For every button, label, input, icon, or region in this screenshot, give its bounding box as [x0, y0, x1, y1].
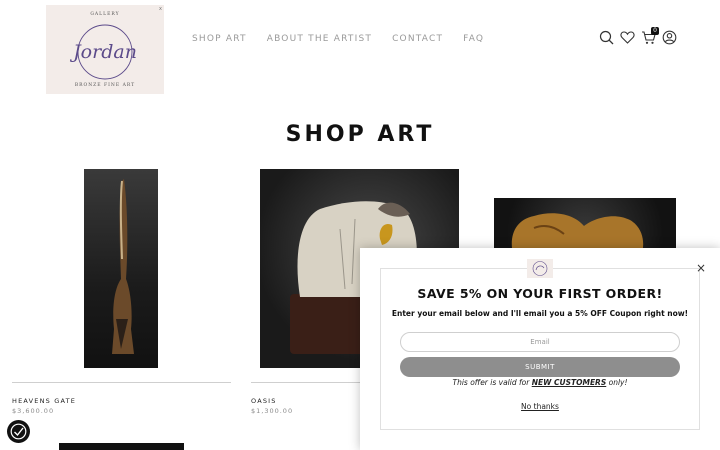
accessibility-button[interactable] — [7, 420, 30, 443]
logo-gallery-text: GALLERY — [90, 12, 120, 17]
popup-logo — [527, 259, 553, 278]
nav-about-the-artist[interactable]: ABOUT THE ARTIST — [267, 34, 372, 44]
logo-emblem-icon: Jordan — [69, 24, 137, 80]
product-name-heavens-gate[interactable]: HEAVENS GATE — [12, 397, 76, 405]
heart-icon[interactable] — [620, 30, 635, 45]
nav-faq[interactable]: FAQ — [463, 34, 484, 44]
product-price-oasis: $1,300.00 — [251, 407, 294, 415]
product-image-fourth[interactable] — [59, 443, 184, 450]
offer-suffix: only! — [606, 378, 628, 387]
popup-subheading: Enter your email below and I'll email yo… — [391, 309, 689, 318]
cart-count-badge: 0 — [651, 27, 659, 35]
submit-button[interactable]: SUBMIT — [400, 357, 680, 377]
product-divider — [12, 382, 231, 383]
user-icon[interactable] — [662, 30, 677, 45]
no-thanks-link[interactable]: No thanks — [360, 402, 720, 411]
close-icon[interactable]: × — [696, 262, 706, 274]
site-logo[interactable]: GALLERY x Jordan BRONZE FINE ART — [46, 5, 164, 94]
product-image-heavens-gate[interactable] — [84, 169, 158, 368]
accessibility-icon — [10, 423, 27, 440]
offer-highlight: NEW CUSTOMERS — [531, 378, 607, 387]
nav-contact[interactable]: CONTACT — [392, 34, 443, 44]
offer-note: This offer is valid for NEW CUSTOMERS on… — [360, 378, 720, 387]
product-price-heavens-gate: $3,600.00 — [12, 407, 55, 415]
header-icons: 0 — [599, 27, 677, 45]
offer-prefix: This offer is valid for — [452, 378, 532, 387]
product-divider — [251, 382, 361, 383]
main-nav: SHOP ART ABOUT THE ARTIST CONTACT FAQ — [192, 34, 484, 44]
logo-close-mark: x — [159, 6, 162, 12]
popup-heading: SAVE 5% ON YOUR FIRST ORDER! — [417, 286, 663, 301]
cart-icon[interactable]: 0 — [641, 27, 659, 45]
search-icon[interactable] — [599, 30, 614, 45]
product-name-oasis[interactable]: OASIS — [251, 397, 277, 405]
logo-name: Jordan — [69, 41, 137, 63]
page-title: SHOP ART — [285, 122, 435, 147]
email-signup-popup: × SAVE 5% ON YOUR FIRST ORDER! Enter you… — [360, 248, 720, 450]
email-input[interactable] — [400, 332, 680, 352]
logo-bronze-text: BRONZE FINE ART — [74, 83, 136, 88]
nav-shop-art[interactable]: SHOP ART — [192, 34, 247, 44]
